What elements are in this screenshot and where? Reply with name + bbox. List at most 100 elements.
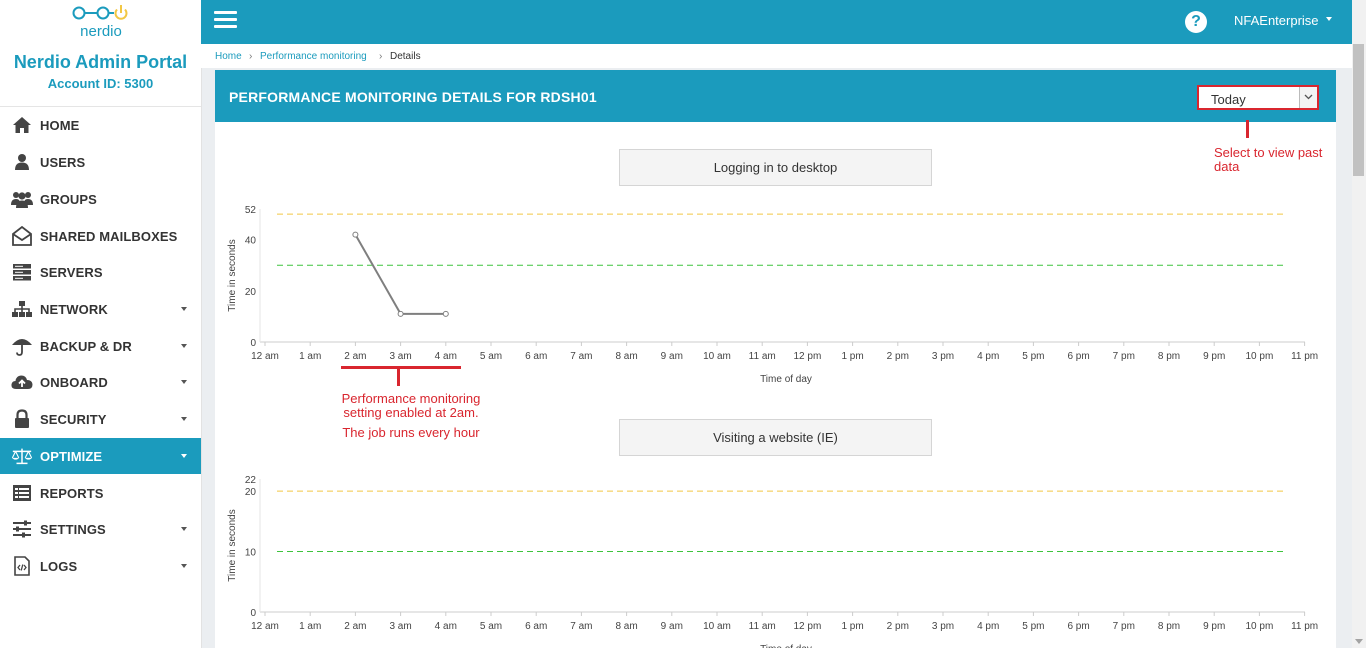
sidebar-item-logs[interactable]: LOGS <box>0 548 201 584</box>
caret-down-icon <box>181 380 187 384</box>
mailbox-icon <box>11 225 33 247</box>
x-tick-label: 7 pm <box>1113 621 1135 632</box>
breadcrumb-performance-monitoring[interactable]: Performance monitoring <box>260 51 367 62</box>
x-tick-label: 1 pm <box>841 351 863 362</box>
data-point <box>442 310 449 317</box>
cloud-upload-icon <box>11 371 33 393</box>
code-file-icon <box>11 555 33 577</box>
y-tick-label: 40 <box>245 236 257 247</box>
top-bar: ? NFAEnterprise <box>201 0 1352 44</box>
sidebar-item-settings[interactable]: SETTINGS <box>0 511 201 547</box>
breadcrumb-home[interactable]: Home <box>215 51 242 62</box>
y-axis-label: Time in seconds <box>227 239 238 311</box>
sidebar-item-label: SHARED MAILBOXES <box>40 228 178 244</box>
monitoring-annotation-line2: setting enabled at 2am. <box>343 405 479 420</box>
caret-down-icon <box>1325 16 1332 21</box>
x-tick-label: 9 pm <box>1203 351 1225 362</box>
data-point <box>397 310 404 317</box>
hamburger-menu-icon[interactable] <box>214 11 237 29</box>
x-tick-label: 10 pm <box>1246 351 1274 362</box>
breadcrumb: Home › Performance monitoring › Details <box>201 44 1352 68</box>
x-tick-label: 11 am <box>749 621 776 632</box>
x-tick-label: 2 am <box>344 351 366 362</box>
sidebar-item-label: REPORTS <box>40 485 104 501</box>
y-tick-label: 20 <box>245 487 257 498</box>
x-tick-label: 8 am <box>615 621 637 632</box>
period-select[interactable]: Today <box>1197 85 1319 110</box>
user-name: NFAEnterprise <box>1234 13 1319 28</box>
user-menu[interactable]: NFAEnterprise <box>1234 13 1332 28</box>
caret-down-icon <box>181 564 187 568</box>
sidebar-item-label: ONBOARD <box>40 374 108 390</box>
x-tick-label: 9 pm <box>1203 621 1225 632</box>
chart-title: Logging in to desktop <box>619 149 932 186</box>
sidebar-item-label: LOGS <box>40 558 78 574</box>
y-tick-label: 0 <box>250 608 256 619</box>
sidebar-item-groups[interactable]: GROUPS <box>0 181 201 217</box>
x-tick-label: 8 am <box>615 351 637 362</box>
scroll-down-arrow-icon[interactable] <box>1355 639 1363 644</box>
x-tick-label: 12 pm <box>794 621 822 632</box>
nerdio-logo[interactable]: nerdio <box>0 2 201 42</box>
lock-icon <box>11 408 33 430</box>
x-tick-label: 6 pm <box>1067 351 1089 362</box>
question-circle-icon[interactable]: ? <box>1185 11 1207 33</box>
sidebar-item-reports[interactable]: REPORTS <box>0 475 201 511</box>
x-axis-label: Time of day <box>760 644 812 648</box>
x-tick-label: 3 am <box>389 351 411 362</box>
caret-down-icon <box>181 454 187 458</box>
chart-title: Visiting a website (IE) <box>619 419 932 456</box>
x-axis-label: Time of day <box>760 374 812 385</box>
sidebar-item-optimize[interactable]: OPTIMIZE <box>0 438 201 474</box>
group-icon <box>11 188 33 210</box>
y-tick-label: 0 <box>250 338 256 349</box>
sidebar-item-label: NETWORK <box>40 301 108 317</box>
caret-down-icon <box>181 307 187 311</box>
report-icon <box>11 482 33 504</box>
sidebar-item-shared-mailboxes[interactable]: SHARED MAILBOXES <box>0 218 201 254</box>
scrollbar-thumb[interactable] <box>1353 44 1364 176</box>
x-tick-label: 3 pm <box>932 351 954 362</box>
sidebar-item-label: HOME <box>40 117 80 133</box>
x-tick-label: 6 am <box>525 351 547 362</box>
x-tick-label: 2 pm <box>887 621 909 632</box>
sidebar-item-label: BACKUP & DR <box>40 338 132 354</box>
logo-wordmark: nerdio <box>80 23 122 40</box>
sidebar-item-users[interactable]: USERS <box>0 144 201 180</box>
sidebar-item-security[interactable]: SECURITY <box>0 401 201 437</box>
data-point <box>352 231 359 238</box>
x-tick-label: 8 pm <box>1158 621 1180 632</box>
x-tick-label: 2 pm <box>887 351 909 362</box>
portal-title: Nerdio Admin Portal <box>13 52 188 72</box>
user-icon <box>11 151 33 173</box>
sidebar-item-label: SECURITY <box>40 411 107 427</box>
x-tick-label: 7 am <box>570 351 592 362</box>
x-tick-label: 10 am <box>703 621 731 632</box>
x-tick-label: 4 pm <box>977 351 999 362</box>
page-title: PERFORMANCE MONITORING DETAILS FOR RDSH0… <box>229 89 597 105</box>
sidebar-item-label: GROUPS <box>40 191 97 207</box>
x-tick-label: 3 am <box>389 621 411 632</box>
sidebar-item-servers[interactable]: SERVERS <box>0 254 201 290</box>
sidebar-item-home[interactable]: HOME <box>0 107 201 143</box>
x-tick-label: 1 am <box>299 351 321 362</box>
x-tick-label: 4 am <box>435 351 457 362</box>
sidebar-item-network[interactable]: NETWORK <box>0 291 201 327</box>
sidebar-item-label: SERVERS <box>40 264 103 280</box>
sidebar-item-backup-dr[interactable]: BACKUP & DR <box>0 328 201 364</box>
y-tick-label: 10 <box>245 548 257 559</box>
chevron-down-icon[interactable] <box>1299 87 1317 108</box>
x-tick-label: 7 am <box>570 621 592 632</box>
sidebar-item-onboard[interactable]: ONBOARD <box>0 364 201 400</box>
x-tick-label: 4 am <box>435 621 457 632</box>
breadcrumb-current: Details <box>390 51 421 62</box>
x-tick-label: 2 am <box>344 621 366 632</box>
caret-down-icon <box>181 527 187 531</box>
annotation-connector <box>1246 120 1249 138</box>
select-hint-annotation: Select to view past data <box>1214 145 1323 174</box>
sidebar-item-label: SETTINGS <box>40 521 106 537</box>
server-icon <box>11 261 33 283</box>
x-tick-label: 4 pm <box>977 621 999 632</box>
x-tick-label: 11 pm <box>1291 621 1318 632</box>
monitoring-annotation-line3: The job runs every hour <box>342 425 480 440</box>
